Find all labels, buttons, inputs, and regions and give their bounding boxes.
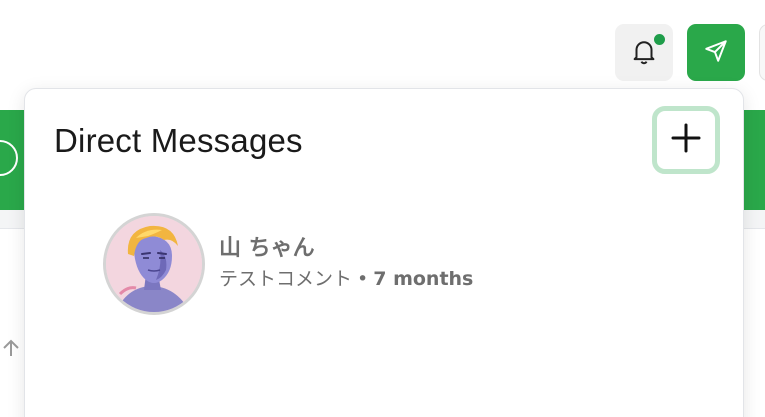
conversation-item[interactable]: 山 ちゃん テストコメント • 7 months [103, 211, 583, 316]
separator-dot: • [357, 268, 369, 290]
last-message: テストコメント [219, 268, 353, 290]
new-message-button[interactable] [652, 106, 720, 174]
conversation-preview: テストコメント • 7 months [219, 265, 473, 293]
conversation-name: 山 ちゃん [219, 236, 315, 261]
popover-title: Direct Messages [54, 122, 303, 159]
time-ago: 7 months [373, 268, 474, 290]
notification-dot [652, 32, 667, 47]
notifications-button[interactable] [615, 24, 673, 81]
conversation-text: 山 ちゃん テストコメント • 7 months [219, 234, 473, 293]
plus-icon [669, 121, 703, 159]
toolbar-button-partial[interactable] [759, 24, 765, 81]
arrow-up-icon[interactable] [0, 336, 22, 360]
user-avatar [103, 212, 205, 315]
messages-button[interactable] [687, 24, 745, 81]
direct-messages-popover: Direct Messages 山 ちゃん テストコメント • 7 months [24, 88, 744, 417]
app-screen: Direct Messages 山 ちゃん テストコメント • 7 months [0, 0, 765, 417]
paper-plane-icon [703, 38, 729, 68]
